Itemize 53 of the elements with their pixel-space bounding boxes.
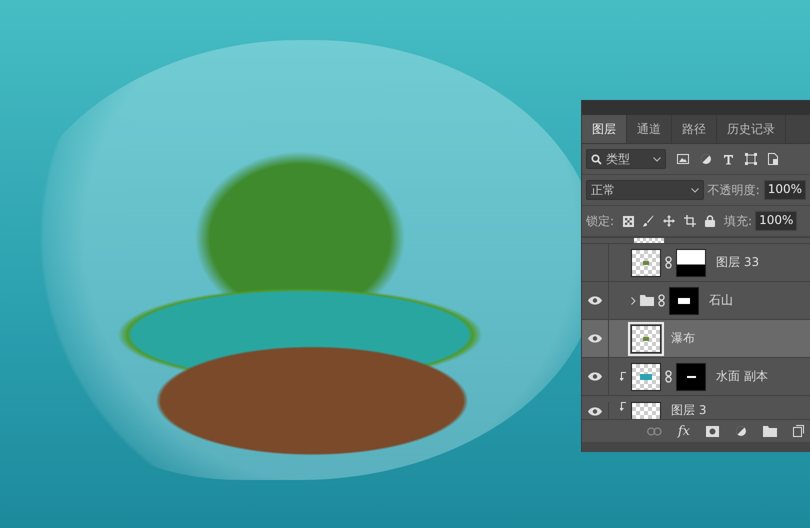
filter-dropdown[interactable]: 类型 <box>586 149 666 169</box>
resize-grip[interactable] <box>582 442 810 452</box>
shape-filter-icon[interactable] <box>745 153 757 165</box>
layer-row[interactable]: 水面 副本 <box>582 358 810 396</box>
adjustment-layer-icon[interactable] <box>735 425 747 437</box>
layer-row[interactable]: 图层 33 <box>582 244 810 282</box>
eye-icon[interactable] <box>588 334 602 343</box>
caret-icon <box>653 156 661 162</box>
search-icon <box>591 154 602 164</box>
chain-link-icon[interactable] <box>665 370 672 383</box>
layer-name[interactable]: 石山 <box>709 292 733 309</box>
layer-thumbnail[interactable] <box>631 248 661 276</box>
eye-icon[interactable] <box>588 407 602 416</box>
caret-icon <box>690 188 699 192</box>
layer-thumbnail[interactable] <box>631 362 661 390</box>
expand-chevron-icon[interactable] <box>631 296 636 304</box>
adjustment-filter-icon[interactable] <box>700 153 712 165</box>
layer-name[interactable]: 瀑布 <box>671 330 695 347</box>
fill-label: 填充: <box>724 212 752 230</box>
panel-tab[interactable]: 路径 <box>672 115 717 143</box>
eye-icon[interactable] <box>588 296 602 305</box>
brush-icon[interactable] <box>643 215 654 227</box>
new-group-icon[interactable] <box>763 426 777 436</box>
layer-name[interactable]: 图层 3 <box>671 402 706 419</box>
folder-icon <box>640 295 654 306</box>
eye-icon[interactable] <box>588 372 602 381</box>
lock-transparency-icon[interactable] <box>623 216 634 226</box>
blend-mode-dropdown[interactable]: 正常 <box>586 180 704 200</box>
image-filter-icon[interactable] <box>677 154 689 164</box>
chain-link-icon[interactable] <box>665 256 672 269</box>
lock-label: 锁定: <box>586 212 614 230</box>
layer-name[interactable]: 图层 33 <box>716 254 760 271</box>
opacity-label: 不透明度: <box>708 182 760 198</box>
panel-tab[interactable]: 图层 <box>582 115 627 143</box>
layer-thumbnail[interactable] <box>634 238 664 243</box>
text-filter-icon[interactable] <box>723 154 734 164</box>
fill-field[interactable]: 100% <box>755 211 798 231</box>
layer-style-button[interactable]: fx <box>678 424 690 438</box>
move-icon[interactable] <box>663 215 676 227</box>
new-layer-icon[interactable] <box>793 425 804 437</box>
layer-mask-thumbnail[interactable] <box>676 248 706 276</box>
add-mask-icon[interactable] <box>706 426 719 436</box>
layer-mask-thumbnail[interactable] <box>676 362 706 390</box>
opacity-field[interactable]: 100% <box>764 180 806 200</box>
panel-tab[interactable]: 通道 <box>627 115 672 143</box>
panel-tab[interactable]: 历史记录 <box>717 115 786 143</box>
lock-icon[interactable] <box>705 215 716 227</box>
layer-mask-thumbnail[interactable] <box>669 286 699 314</box>
chain-link-icon[interactable] <box>658 294 665 307</box>
layer-row[interactable]: 瀑布 <box>582 320 810 358</box>
crop-icon[interactable] <box>684 215 696 227</box>
smart-object-filter-icon[interactable] <box>768 153 778 165</box>
layer-name[interactable]: 水面 副本 <box>716 368 768 385</box>
